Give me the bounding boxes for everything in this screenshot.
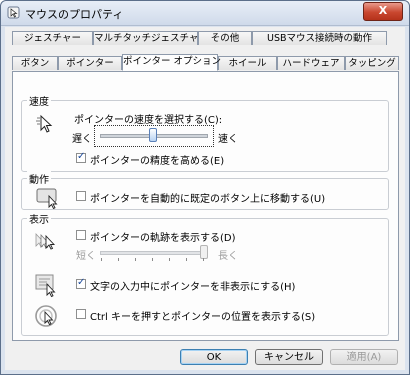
visibility-group: 表示 ポインターの軌跡を表示する(D) 短く 長く ✓ 文字の入力中にポインター… bbox=[21, 211, 389, 336]
tab-buttons[interactable]: ボタン bbox=[12, 56, 58, 70]
pointer-options-panel: 速度 ポインターの速度を選択する(C): 遅く 速く ポインターの精度を高める(… bbox=[12, 71, 399, 341]
show-location-checkbox[interactable] bbox=[76, 309, 86, 319]
show-location-ctrl-icon bbox=[35, 305, 57, 327]
title-bar[interactable]: マウスのプロパティ X bbox=[1, 1, 409, 26]
snap-group: 動作 ポインターを自動的に既定のボタン上に移動する(U) bbox=[21, 171, 389, 210]
trails-slider-track[interactable] bbox=[100, 251, 206, 255]
mouse-app-icon bbox=[7, 6, 20, 19]
tab-row-back: ジェスチャー マルチタッチジェスチャー その他 USBマウス接続時の動作 bbox=[12, 31, 399, 46]
speed-slow-label: 遅く bbox=[72, 134, 92, 145]
apply-button[interactable]: 適用(A) bbox=[330, 349, 398, 365]
snap-checkbox[interactable] bbox=[76, 191, 86, 201]
hide-while-typing-label[interactable]: 文字の入力中にポインターを非表示にする(H) bbox=[90, 278, 295, 293]
tab-wheel[interactable]: ホイール bbox=[218, 56, 277, 70]
speed-slider-thumb[interactable] bbox=[149, 128, 157, 142]
snap-to-button-icon bbox=[36, 188, 58, 209]
close-icon: X bbox=[378, 4, 388, 17]
show-location-label[interactable]: Ctrl キーを押すとポインターの位置を表示する(S) bbox=[90, 308, 315, 323]
trails-long-label: 長く bbox=[218, 251, 238, 262]
trails-tick bbox=[101, 258, 102, 261]
cancel-button[interactable]: キャンセル bbox=[255, 349, 323, 365]
tab-usb-mouse-behavior[interactable]: USBマウス接続時の動作 bbox=[252, 31, 387, 45]
pointer-speed-icon bbox=[36, 114, 53, 133]
precision-checkbox[interactable] bbox=[76, 151, 86, 163]
hide-while-typing-checkbox[interactable] bbox=[76, 277, 86, 289]
trails-tick bbox=[203, 258, 204, 261]
speed-prompt: ポインターの速度を選択する(C): bbox=[74, 115, 223, 126]
trails-tick bbox=[135, 258, 136, 261]
pointer-trails-checkbox[interactable] bbox=[76, 230, 86, 240]
trails-tick bbox=[186, 258, 187, 261]
dialog-body: ジェスチャー マルチタッチジェスチャー その他 USBマウス接続時の動作 ボタン… bbox=[5, 27, 405, 370]
trails-short-label: 短く bbox=[76, 251, 96, 262]
trails-tick bbox=[169, 258, 170, 261]
ok-button[interactable]: OK bbox=[180, 349, 248, 365]
speed-fast-label: 速く bbox=[218, 134, 238, 145]
tab-pointers[interactable]: ポインター bbox=[58, 56, 122, 70]
hide-while-typing-icon bbox=[35, 274, 56, 298]
visibility-group-title: 表示 bbox=[27, 211, 51, 226]
snap-label[interactable]: ポインターを自動的に既定のボタン上に移動する(U) bbox=[90, 190, 325, 205]
tab-multitouch-gesture[interactable]: マルチタッチジェスチャー bbox=[93, 31, 208, 45]
tab-hardware[interactable]: ハードウェア bbox=[277, 56, 345, 70]
window-title: マウスのプロパティ bbox=[25, 8, 124, 21]
tab-gesture[interactable]: ジェスチャー bbox=[12, 31, 93, 45]
tab-other[interactable]: その他 bbox=[198, 31, 252, 45]
snap-group-title: 動作 bbox=[27, 171, 51, 186]
tab-row-front: ボタン ポインター ポインター オプション ホイール ハードウェア タッピング bbox=[12, 54, 399, 71]
mouse-properties-window: マウスのプロパティ X ジェスチャー マルチタッチジェスチャー その他 USBマ… bbox=[0, 0, 410, 375]
pointer-trails-label[interactable]: ポインターの軌跡を表示する(D) bbox=[90, 229, 236, 244]
tab-tapping[interactable]: タッピング bbox=[345, 56, 399, 70]
pointer-trails-icon bbox=[35, 232, 56, 250]
trails-tick bbox=[118, 258, 119, 261]
trails-slider-thumb[interactable] bbox=[200, 245, 208, 259]
speed-group: 速度 ポインターの速度を選択する(C): 遅く 速く ポインターの精度を高める(… bbox=[21, 93, 389, 172]
trails-tick bbox=[152, 258, 153, 261]
speed-group-title: 速度 bbox=[27, 93, 51, 108]
close-button[interactable]: X bbox=[363, 2, 403, 21]
tab-pointer-options[interactable]: ポインター オプション bbox=[122, 54, 221, 71]
precision-label[interactable]: ポインターの精度を高める(E) bbox=[90, 152, 224, 167]
